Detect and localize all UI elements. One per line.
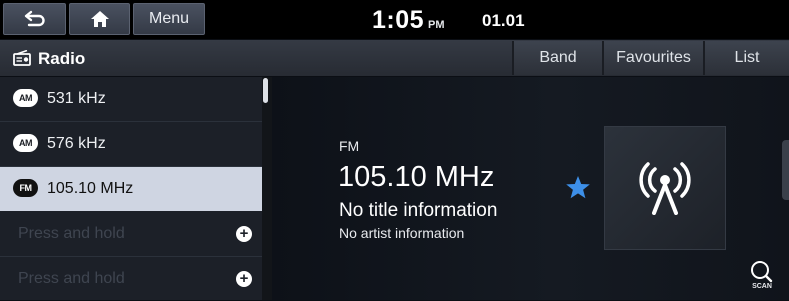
side-panel-handle[interactable]	[782, 140, 789, 200]
fm-badge-icon: FM	[13, 179, 38, 197]
station-label: 576 kHz	[47, 135, 106, 152]
now-playing-artist: No artist information	[339, 225, 465, 241]
am-badge-icon: AM	[13, 134, 38, 152]
antenna-signal-icon	[639, 162, 691, 215]
clock-time: 1:05	[372, 6, 425, 34]
add-preset-icon[interactable]: +	[236, 271, 252, 287]
home-button[interactable]	[69, 3, 130, 35]
home-icon	[90, 11, 109, 27]
scan-search-icon	[751, 261, 773, 283]
band-button[interactable]: Band	[512, 41, 602, 75]
list-scrollbar[interactable]	[262, 77, 272, 300]
am-badge-icon: AM	[13, 89, 38, 107]
album-art	[604, 126, 726, 250]
empty-preset-label: Press and hold	[18, 270, 125, 287]
station-label: 531 kHz	[47, 90, 106, 107]
radio-icon	[13, 50, 31, 66]
clock-date: 01.01	[482, 11, 525, 30]
favourites-button[interactable]: Favourites	[602, 41, 703, 75]
back-button[interactable]	[3, 3, 66, 35]
station-label: 105.10 MHz	[47, 180, 134, 197]
empty-preset-label: Press and hold	[18, 225, 125, 242]
empty-preset-row[interactable]: Press and hold +	[0, 212, 262, 256]
favourite-star-icon[interactable]	[565, 175, 591, 200]
scan-button[interactable]: SCAN	[747, 259, 777, 295]
station-row-576[interactable]: AM 576 kHz	[0, 122, 262, 166]
now-playing-frequency: 105.10 MHz	[338, 161, 495, 193]
now-playing-title: No title information	[339, 200, 498, 221]
scan-label: SCAN	[752, 283, 772, 290]
menu-button[interactable]: Menu	[133, 3, 205, 35]
menu-label: Menu	[148, 10, 190, 27]
scrollbar-thumb[interactable]	[263, 78, 268, 103]
clock-ampm: PM	[428, 19, 445, 31]
station-list: AM 531 kHz AM 576 kHz FM 105.10 MHz Pres…	[0, 77, 272, 300]
empty-preset-row[interactable]: Press and hold +	[0, 257, 262, 301]
add-preset-icon[interactable]: +	[236, 226, 252, 242]
list-button[interactable]: List	[703, 41, 789, 75]
page-title: Radio	[38, 49, 86, 68]
station-row-531[interactable]: AM 531 kHz	[0, 77, 262, 121]
station-row-105-10[interactable]: FM 105.10 MHz	[0, 167, 262, 211]
back-arrow-icon	[24, 10, 45, 27]
now-playing-band: FM	[339, 138, 360, 154]
